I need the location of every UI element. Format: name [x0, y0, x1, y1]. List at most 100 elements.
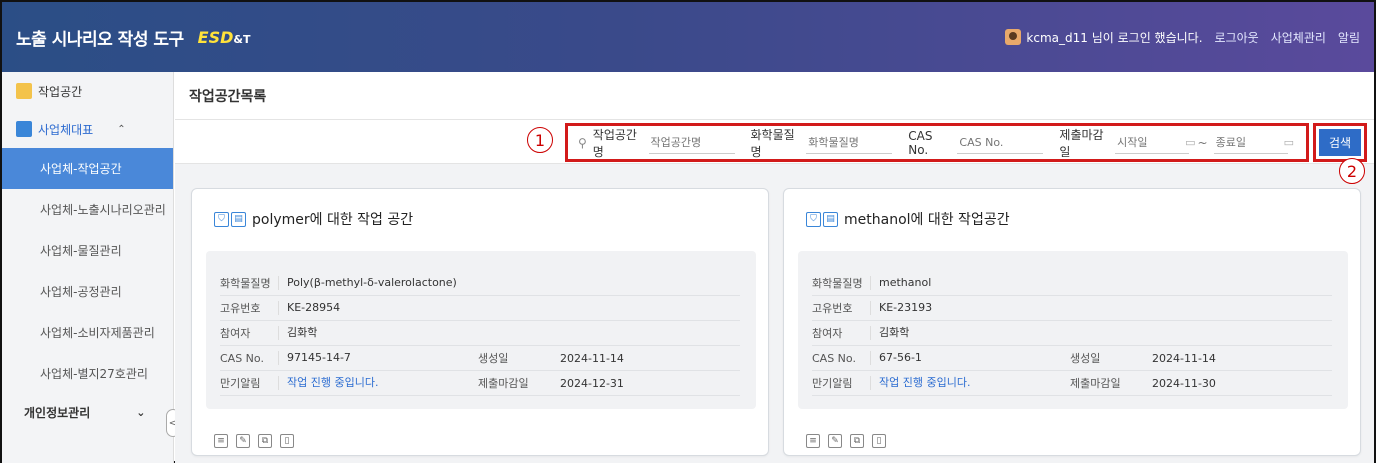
info-value: 97145-14-7 — [278, 351, 478, 365]
user-status-text: kcma_d11 님이 로그인 했습니다. — [1026, 30, 1203, 45]
sidebar-item-consumer-product[interactable]: 사업체-소비자제품관리 — [2, 312, 173, 353]
sidebar: 작업공간 사업체대표 ⌃ 사업체-작업공간 사업체-노출시나리오관리 사업체-물… — [2, 72, 174, 463]
doc-icon: ▤ — [823, 211, 838, 227]
info-value: 2024-11-30 — [1152, 376, 1216, 390]
info-key: 제출마감일 — [478, 377, 529, 390]
page-title: 작업공간목록 — [175, 72, 1374, 120]
header-right: kcma_d11 님이 로그인 했습니다. 로그아웃 사업체관리 알림 — [1005, 29, 1360, 46]
info-row: 만기알림 작업 진행 중입니다. 제출마감일 2024-12-31 — [220, 371, 740, 396]
edit-icon[interactable]: ✎ — [236, 434, 250, 448]
app-title: 노출 시나리오 작성 도구 — [16, 29, 184, 50]
main-content: 작업공간목록 1 ⚲ 작업공간명 화학물질명 CAS No. 제출마감일 ▭ ~… — [175, 72, 1374, 463]
info-value: 김화학 — [278, 326, 317, 340]
sidebar-item-exposure-scenario[interactable]: 사업체-노출시나리오관리 — [2, 189, 173, 230]
annotation-marker-1: 1 — [527, 127, 553, 153]
company-management-link[interactable]: 사업체관리 — [1271, 29, 1326, 46]
info-key: 만기알림 — [812, 377, 853, 390]
sidebar-item-personal-info[interactable]: 개인정보관리 ⌄ — [2, 394, 173, 430]
copy-icon[interactable]: ⧉ — [850, 434, 864, 448]
info-value: 67-56-1 — [870, 351, 1070, 365]
info-key: 만기알림 — [220, 377, 261, 390]
info-row: 만기알림 작업 진행 중입니다. 제출마감일 2024-11-30 — [812, 371, 1332, 396]
search-bar: 1 ⚲ 작업공간명 화학물질명 CAS No. 제출마감일 ▭ ~ ▭ 검색 2 — [175, 120, 1374, 184]
search-button-frame: 검색 — [1313, 123, 1367, 162]
workspace-name-input[interactable] — [648, 131, 735, 154]
info-key: 생성일 — [1070, 352, 1101, 365]
workspace-card[interactable]: ⛉ ▤ methanol에 대한 작업공간 화학물질명 methanol 고유번호… — [783, 188, 1361, 456]
info-value: KE-23193 — [870, 301, 932, 315]
start-date-input[interactable] — [1115, 131, 1190, 154]
brand-logo: ESD&T — [197, 27, 251, 47]
info-row: CAS No. 67-56-1 생성일 2024-11-14 — [812, 346, 1332, 371]
delete-icon[interactable]: ▯ — [872, 434, 886, 448]
info-row: CAS No. 97145-14-7 생성일 2024-11-14 — [220, 346, 740, 371]
app-header: 노출 시나리오 작성 도구 ESD&T kcma_d11 님이 로그인 했습니다… — [2, 2, 1374, 72]
sidebar-item-form27[interactable]: 사업체-별지27호관리 — [2, 353, 173, 394]
chevron-up-icon: ⌃ — [117, 123, 126, 135]
end-date-input[interactable] — [1213, 131, 1288, 154]
workspace-card[interactable]: ⛉ ▤ polymer에 대한 작업 공간 화학물질명 Poly(β-methyl… — [191, 188, 769, 456]
deadline-label: 제출마감일 — [1059, 127, 1104, 159]
info-row: 화학물질명 Poly(β-methyl-δ-valerolactone) — [220, 271, 740, 296]
sidebar-group-label: 사업체대표 — [38, 122, 94, 137]
doc-icon: ▤ — [231, 211, 246, 227]
card-title-text: polymer에 대한 작업 공간 — [252, 212, 414, 228]
info-key: CAS No. — [220, 351, 264, 365]
search-filter-box: ⚲ 작업공간명 화학물질명 CAS No. 제출마감일 ▭ ~ ▭ — [565, 123, 1309, 162]
alert-link[interactable]: 알림 — [1338, 29, 1360, 46]
chemical-name-label: 화학물질명 — [750, 127, 795, 159]
card-actions: ≡ ✎ ⧉ ▯ — [214, 434, 294, 448]
card-info: 화학물질명 Poly(β-methyl-δ-valerolactone) 고유번호… — [206, 251, 756, 409]
card-info: 화학물질명 methanol 고유번호 KE-23193 참여자 김화학 CAS No… — [798, 251, 1348, 409]
info-key: 화학물질명 — [812, 277, 863, 290]
people-icon: ⛉ — [214, 211, 229, 227]
card-title: ⛉ ▤ polymer에 대한 작업 공간 — [214, 209, 413, 229]
sidebar-item-label: 작업공간 — [38, 84, 83, 99]
info-key: 참여자 — [220, 327, 251, 340]
chemical-name-input[interactable] — [806, 131, 893, 154]
info-key: 제출마감일 — [1070, 377, 1121, 390]
info-key: CAS No. — [812, 351, 856, 365]
workspace-name-label: 작업공간명 — [592, 127, 637, 159]
info-key: 참여자 — [812, 327, 843, 340]
user-status: kcma_d11 님이 로그인 했습니다. — [1005, 29, 1203, 46]
pencil-icon — [16, 83, 32, 99]
info-row: 화학물질명 methanol — [812, 271, 1332, 296]
list-icon[interactable]: ≡ — [806, 434, 820, 448]
date-range-separator: ~ — [1197, 135, 1208, 150]
calendar-icon[interactable]: ▭ — [1185, 136, 1195, 149]
info-value: Poly(β-methyl-δ-valerolactone) — [278, 276, 457, 290]
delete-icon[interactable]: ▯ — [280, 434, 294, 448]
sidebar-item-company-workspace[interactable]: 사업체-작업공간 — [2, 148, 173, 189]
avatar-icon — [1005, 29, 1022, 45]
info-value: 김화학 — [870, 326, 909, 340]
search-button[interactable]: 검색 — [1319, 129, 1361, 156]
copy-icon[interactable]: ⧉ — [258, 434, 272, 448]
sidebar-item-process[interactable]: 사업체-공정관리 — [2, 271, 173, 312]
sidebar-item-label: 개인정보관리 — [24, 405, 91, 420]
sidebar-item-substance[interactable]: 사업체-물질관리 — [2, 230, 173, 271]
info-key: 화학물질명 — [220, 277, 271, 290]
info-key: 고유번호 — [220, 302, 261, 315]
info-value: 2024-12-31 — [560, 376, 624, 390]
info-key: 고유번호 — [812, 302, 853, 315]
info-key: 생성일 — [478, 352, 509, 365]
card-actions: ≡ ✎ ⧉ ▯ — [806, 434, 886, 448]
cas-no-input[interactable] — [957, 131, 1044, 154]
edit-icon[interactable]: ✎ — [828, 434, 842, 448]
info-row: 고유번호 KE-28954 — [220, 296, 740, 321]
logout-link[interactable]: 로그아웃 — [1215, 29, 1259, 46]
people-icon: ⛉ — [806, 211, 821, 227]
sidebar-item-workspace[interactable]: 작업공간 — [2, 72, 173, 110]
card-title-text: methanol에 대한 작업공간 — [844, 212, 1010, 228]
status-text: 작업 진행 중입니다. — [278, 376, 478, 390]
calendar-icon[interactable]: ▭ — [1284, 136, 1294, 149]
info-value: KE-28954 — [278, 301, 340, 315]
info-row: 참여자 김화학 — [812, 321, 1332, 346]
sidebar-group-company-rep[interactable]: 사업체대표 ⌃ — [2, 110, 173, 148]
cas-no-label: CAS No. — [908, 128, 933, 157]
status-text: 작업 진행 중입니다. — [870, 376, 1070, 390]
list-icon[interactable]: ≡ — [214, 434, 228, 448]
search-icon: ⚲ — [578, 135, 587, 150]
info-row: 고유번호 KE-23193 — [812, 296, 1332, 321]
